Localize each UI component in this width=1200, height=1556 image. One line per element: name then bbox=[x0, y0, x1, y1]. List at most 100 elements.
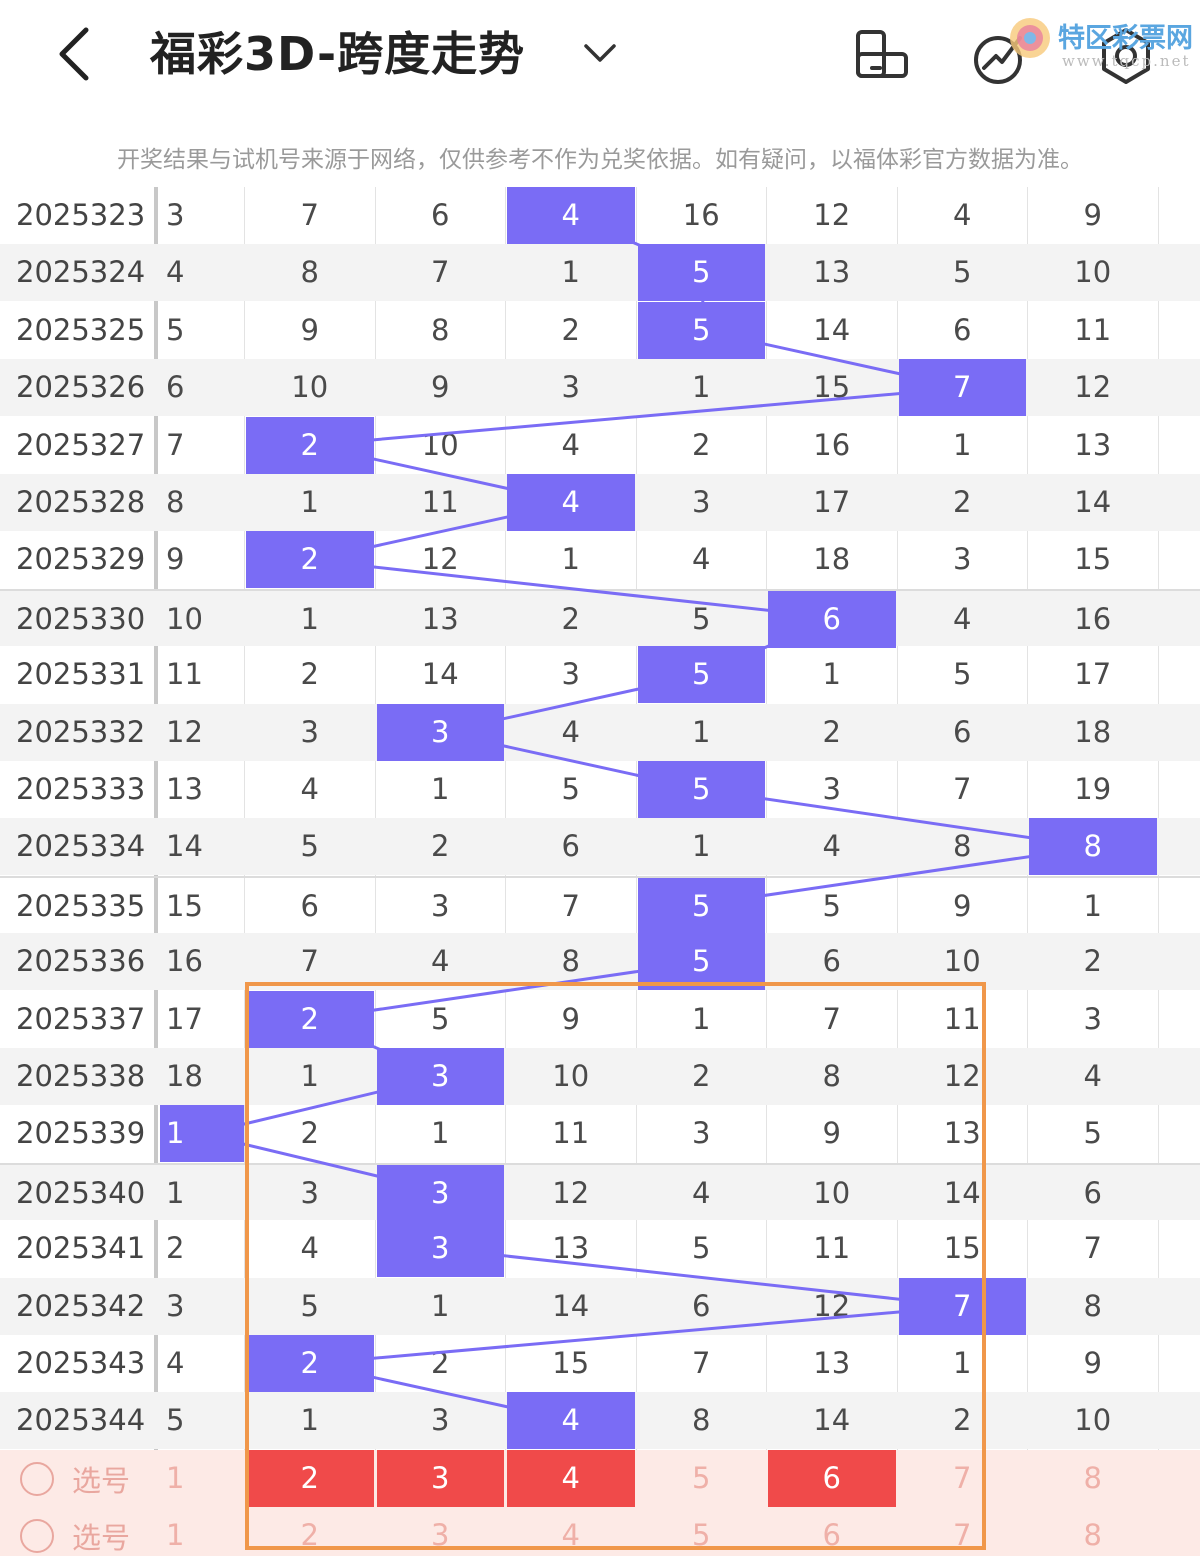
radio-circle-icon[interactable] bbox=[20, 1461, 54, 1496]
pick-select-toggle[interactable]: 选号 bbox=[20, 1516, 130, 1556]
span-cell: 17 bbox=[1074, 657, 1112, 692]
span-cell: 3 bbox=[166, 198, 185, 232]
span-hit-cell: 4 bbox=[507, 474, 635, 531]
pick-number-cell[interactable]: 8 bbox=[1029, 1450, 1157, 1507]
chevron-down-icon[interactable] bbox=[580, 34, 620, 74]
pick-row: 选号 1 2 3 4 5 6 7 8 bbox=[0, 1449, 1200, 1507]
span-cell: 10 bbox=[1074, 1403, 1112, 1438]
span-cell: 10 bbox=[1074, 255, 1112, 290]
span-cell: 6 bbox=[1083, 1175, 1102, 1210]
span-cell: 4 bbox=[953, 601, 972, 636]
pick-number-cell[interactable]: 7 bbox=[899, 1507, 1027, 1556]
span-cell: 7 bbox=[822, 1001, 841, 1036]
span-hit-cell: 5 bbox=[637, 877, 765, 935]
disclaimer-notice: 开奖结果与试机号来源于网络，仅供参考不作为兑奖依据。如有疑问，以福体彩官方数据为… bbox=[117, 147, 1083, 173]
issue-number: 2025329 bbox=[16, 542, 146, 577]
span-cell: 3 bbox=[561, 370, 580, 405]
span-cell: 6 bbox=[431, 198, 450, 232]
span-cell: 1 bbox=[692, 370, 711, 405]
span-cell: 7 bbox=[1083, 1231, 1102, 1266]
span-hit-cell: 7 bbox=[898, 1277, 1026, 1335]
span-cell: 3 bbox=[692, 1116, 711, 1151]
span-cell: 13 bbox=[813, 1346, 851, 1380]
selected-number-cell[interactable]: 2 bbox=[246, 1449, 374, 1507]
span-cell: 14 bbox=[943, 1175, 981, 1210]
pick-number-cell[interactable]: 1 bbox=[160, 1450, 244, 1507]
pick-number-cell[interactable]: 7 bbox=[899, 1450, 1027, 1507]
table-row: 2025333 13 4 1 5 5 3 7 19 bbox=[0, 761, 1200, 818]
span-hit-cell: 3 bbox=[376, 703, 504, 761]
span-hit-cell: 2 bbox=[246, 531, 374, 589]
span-hit-cell: 7 bbox=[898, 359, 1026, 417]
pick-number-cell[interactable]: 5 bbox=[638, 1507, 766, 1556]
span-cell: 3 bbox=[822, 772, 841, 806]
span-cell: 19 bbox=[1074, 772, 1112, 806]
pick-number-cell[interactable]: 4 bbox=[507, 1507, 635, 1556]
span-cell: 2 bbox=[431, 829, 450, 864]
span-cell: 12 bbox=[421, 542, 459, 577]
span-cell: 8 bbox=[953, 829, 972, 864]
pick-label: 选号 bbox=[72, 1521, 131, 1556]
pick-number-cell[interactable]: 3 bbox=[377, 1507, 505, 1556]
selected-number-cell[interactable]: 3 bbox=[376, 1449, 504, 1507]
span-cell: 1 bbox=[431, 772, 450, 806]
span-cell: 7 bbox=[300, 198, 319, 232]
span-cell: 9 bbox=[166, 542, 185, 577]
span-cell: 9 bbox=[1083, 198, 1102, 232]
span-cell: 1 bbox=[561, 542, 580, 577]
span-cell: 7 bbox=[953, 772, 972, 806]
span-cell: 8 bbox=[692, 1403, 711, 1438]
span-cell: 5 bbox=[1083, 1116, 1102, 1151]
span-cell: 10 bbox=[421, 427, 459, 462]
issue-number: 2025327 bbox=[16, 427, 146, 462]
span-cell: 15 bbox=[166, 888, 203, 923]
watermark-url: www.tqcp.net bbox=[1062, 52, 1191, 70]
issue-number: 2025343 bbox=[16, 1346, 146, 1380]
radio-circle-icon[interactable] bbox=[20, 1519, 54, 1554]
back-arrow-icon[interactable] bbox=[52, 22, 100, 86]
page-title: 福彩3D-跨度走势 bbox=[150, 27, 526, 81]
pick-number-cell[interactable]: 8 bbox=[1029, 1507, 1157, 1556]
table-row: 2025327 7 2 10 4 2 16 1 13 bbox=[0, 416, 1200, 474]
span-cell: 10 bbox=[552, 1059, 590, 1093]
pick-number-cell[interactable]: 2 bbox=[246, 1507, 374, 1556]
table-row: 2025340 1 3 3 12 4 10 14 6 bbox=[0, 1162, 1200, 1222]
span-cell: 5 bbox=[561, 772, 580, 806]
span-cell: 6 bbox=[166, 370, 185, 405]
span-cell: 4 bbox=[300, 772, 319, 806]
span-hit-cell: 6 bbox=[768, 590, 896, 648]
span-cell: 2 bbox=[300, 1116, 319, 1151]
span-hit-cell: 3 bbox=[376, 1220, 504, 1278]
screen-rotate-icon[interactable] bbox=[850, 24, 914, 88]
pick-select-toggle[interactable]: 选号 bbox=[20, 1459, 130, 1499]
span-cell: 9 bbox=[1083, 1346, 1102, 1380]
issue-number: 2025333 bbox=[16, 772, 146, 806]
issue-number: 2025339 bbox=[16, 1116, 146, 1151]
span-cell: 8 bbox=[300, 255, 319, 290]
span-cell: 2 bbox=[1083, 944, 1102, 979]
table-row: 2025331 11 2 14 3 5 1 5 17 bbox=[0, 646, 1200, 704]
pick-number-cell[interactable]: 1 bbox=[160, 1507, 244, 1556]
issue-number: 2025335 bbox=[16, 888, 146, 923]
span-trend-table: 2025323 3 7 6 4 16 12 4 9 2025324 4 8 7 1 5 13 5 10 202532… bbox=[0, 187, 1200, 1556]
span-cell: 11 bbox=[943, 1001, 981, 1036]
span-cell: 2 bbox=[953, 485, 972, 519]
pick-number-cell[interactable]: 6 bbox=[768, 1507, 896, 1556]
span-cell: 16 bbox=[166, 944, 203, 979]
issue-number: 2025325 bbox=[16, 312, 146, 347]
span-hit-cell: 5 bbox=[637, 244, 765, 302]
table-row: 2025324 4 8 7 1 5 13 5 10 bbox=[0, 244, 1200, 302]
selected-number-cell[interactable]: 4 bbox=[507, 1449, 635, 1507]
pick-number-cell[interactable]: 5 bbox=[638, 1450, 766, 1507]
issue-number: 2025331 bbox=[16, 657, 146, 692]
issue-number: 2025328 bbox=[16, 485, 146, 519]
issue-number: 2025334 bbox=[16, 829, 146, 864]
pick-row: 选号 1 2 3 4 5 6 7 8 bbox=[0, 1507, 1200, 1556]
span-cell: 3 bbox=[431, 1403, 450, 1438]
selected-number-cell[interactable]: 6 bbox=[768, 1449, 896, 1507]
span-cell: 4 bbox=[431, 944, 450, 979]
span-cell: 13 bbox=[166, 772, 203, 806]
span-hit-cell: 3 bbox=[376, 1048, 504, 1105]
span-cell: 4 bbox=[166, 1346, 185, 1380]
span-cell: 1 bbox=[431, 1116, 450, 1151]
